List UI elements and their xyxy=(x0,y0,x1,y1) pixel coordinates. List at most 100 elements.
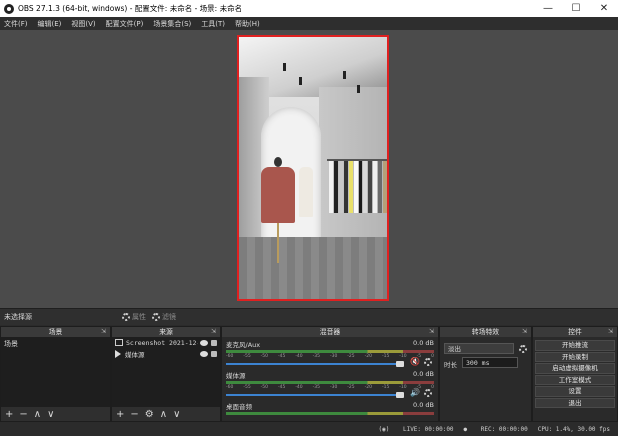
transition-settings-gear-icon[interactable] xyxy=(519,345,527,353)
speaker-icon[interactable]: 🔊 xyxy=(410,388,420,397)
title-bar: OBS 27.1.3 (64-bit, windows) - 配置文件: 未命名… xyxy=(0,0,618,17)
exit-button[interactable]: 退出 xyxy=(535,397,615,408)
remove-scene-button[interactable]: − xyxy=(19,409,27,420)
filters-button[interactable]: 滤镜 xyxy=(152,312,176,322)
source-settings-button[interactable]: ⚙ xyxy=(145,409,154,420)
source-name: Screenshot 2021-12- xyxy=(126,338,198,347)
source-item[interactable]: Screenshot 2021-12- xyxy=(112,337,220,348)
channel-name: 媒体源 xyxy=(226,372,246,380)
minimize-button[interactable]: — xyxy=(534,0,562,17)
lock-icon[interactable] xyxy=(211,350,217,357)
menu-tools[interactable]: 工具(T) xyxy=(201,19,225,29)
properties-label: 属性 xyxy=(132,313,146,321)
muted-speaker-icon[interactable]: 🔇 xyxy=(410,357,420,366)
lock-icon[interactable] xyxy=(211,339,217,346)
move-up-button[interactable]: ∧ xyxy=(160,409,167,420)
move-up-button[interactable]: ∧ xyxy=(34,409,41,420)
mixer-channel: 麦克风/Aux 0.0 dB -60 -55 -50 -45 -40 -35 -30 -25-… xyxy=(222,337,438,368)
start-recording-button[interactable]: 开始录制 xyxy=(535,351,615,362)
controls-title: 控件 xyxy=(568,328,582,336)
mixer-channel: 媒体源 0.0 dB -60 -55 -50 -45 -40 -35 -30 -25 -20 -1… xyxy=(222,368,438,399)
obs-logo-icon xyxy=(4,3,14,14)
gear-icon xyxy=(122,313,130,321)
menu-bar: 文件(F) 编辑(E) 视图(V) 配置文件(P) 场景集合(S) 工具(T) … xyxy=(0,17,618,30)
audio-mixer-dock: 混音器 ⇲ 麦克风/Aux 0.0 dB -60 -55 -50 -45 -40 -35-… xyxy=(221,326,439,422)
screenshot-icon xyxy=(115,339,123,346)
controls-dock: 控件 ⇲ 开始推流 开始录制 启动虚拟摄像机 工作室模式 设置 退出 xyxy=(532,326,618,422)
channel-settings-gear-icon[interactable] xyxy=(424,389,432,397)
volume-slider[interactable] xyxy=(226,361,404,367)
move-down-button[interactable]: ∨ xyxy=(173,409,180,420)
sources-dock-title: 来源 ⇲ xyxy=(112,327,220,337)
preview-area[interactable] xyxy=(0,30,618,308)
source-toolbar: 未选择源 属性 滤镜 xyxy=(0,308,618,325)
settings-button[interactable]: 设置 xyxy=(535,386,615,397)
start-streaming-button[interactable]: 开始推流 xyxy=(535,340,615,351)
scenes-title: 场景 xyxy=(48,328,63,336)
channel-level: 0.0 dB xyxy=(413,370,434,378)
add-scene-button[interactable]: + xyxy=(5,409,13,420)
showroom-image xyxy=(239,37,387,299)
menu-help[interactable]: 帮助(H) xyxy=(235,19,260,29)
duration-spinbox[interactable]: 300 ms xyxy=(462,357,518,368)
transitions-title: 转场特效 xyxy=(471,328,500,336)
status-bar: (◉) LIVE: 00:00:00 ● REC: 00:00:00 CPU: … xyxy=(0,422,618,436)
window-title: OBS 27.1.3 (64-bit, windows) - 配置文件: 未命名… xyxy=(18,4,243,13)
menu-scene-collection[interactable]: 场景集合(S) xyxy=(153,19,191,29)
move-down-button[interactable]: ∨ xyxy=(47,409,54,420)
channel-level: 0.0 dB xyxy=(413,401,434,409)
scenes-toolbar: + − ∧ ∨ xyxy=(1,407,110,421)
start-virtual-camera-button[interactable]: 启动虚拟摄像机 xyxy=(535,363,615,374)
source-item[interactable]: 媒体源 xyxy=(112,348,220,359)
menu-edit[interactable]: 编辑(E) xyxy=(38,19,62,29)
channel-name: 麦克风/Aux xyxy=(226,341,261,349)
dock-float-icon[interactable]: ⇲ xyxy=(608,327,613,337)
channel-settings-gear-icon[interactable] xyxy=(424,358,432,366)
scene-transitions-dock: 转场特效 ⇲ 淡出 时长 300 ms xyxy=(439,326,532,422)
maximize-button[interactable]: ☐ xyxy=(562,0,590,17)
mixer-channels: 麦克风/Aux 0.0 dB -60 -55 -50 -45 -40 -35 -30 -25-… xyxy=(222,337,438,421)
properties-button[interactable]: 属性 xyxy=(122,312,146,322)
preview-canvas[interactable] xyxy=(237,35,389,301)
filter-icon xyxy=(152,313,160,321)
dock-float-icon[interactable]: ⇲ xyxy=(429,327,434,337)
channel-name: 桌面音频 xyxy=(226,403,252,411)
volume-meter xyxy=(226,350,434,353)
studio-mode-button[interactable]: 工作室模式 xyxy=(535,374,615,385)
scenes-dock: 场景 ⇲ 场景 + − ∧ ∨ xyxy=(0,326,111,422)
mixer-title: 混音器 xyxy=(319,328,341,336)
meter-ticks: -60 -55 -50 -45 -40 -35 -30 -25 -20 -15 -10 -5 0 xyxy=(226,385,434,390)
source-list[interactable]: Screenshot 2021-12- 媒体源 xyxy=(112,337,220,407)
remove-source-button[interactable]: − xyxy=(130,409,138,420)
transitions-dock-title: 转场特效 ⇲ xyxy=(440,327,531,337)
meter-ticks: -60 -55 -50 -45 -40 -35 -30 -25 -20 -15 -10 -5 0 xyxy=(226,354,434,359)
rec-status: ● REC: 00:00:00 xyxy=(463,425,528,433)
filters-label: 滤镜 xyxy=(162,313,176,321)
duration-label: 时长 xyxy=(444,361,457,369)
dock-float-icon[interactable]: ⇲ xyxy=(211,327,216,337)
volume-slider[interactable] xyxy=(226,392,404,398)
controls-dock-title: 控件 ⇲ xyxy=(533,327,617,337)
cpu-status: CPU: 1.4%, 30.00 fps xyxy=(537,425,610,433)
volume-meter xyxy=(226,412,434,415)
visibility-eye-icon[interactable] xyxy=(200,350,208,357)
dock-float-icon[interactable]: ⇲ xyxy=(522,327,527,337)
close-button[interactable]: ✕ xyxy=(590,0,618,17)
live-status: (◉) LIVE: 00:00:00 xyxy=(378,425,454,433)
scene-list[interactable]: 场景 xyxy=(1,337,110,407)
play-icon xyxy=(115,349,121,358)
add-source-button[interactable]: + xyxy=(116,409,124,420)
channel-level: 0.0 dB xyxy=(413,339,434,347)
dock-float-icon[interactable]: ⇲ xyxy=(101,327,106,337)
sources-title: 来源 xyxy=(159,328,173,336)
transition-select[interactable]: 淡出 xyxy=(444,343,514,354)
scene-item[interactable]: 场景 xyxy=(1,337,110,351)
no-source-label: 未选择源 xyxy=(4,313,32,321)
menu-view[interactable]: 视图(V) xyxy=(71,19,95,29)
sources-toolbar: + − ⚙ ∧ ∨ xyxy=(112,407,220,421)
menu-profile[interactable]: 配置文件(P) xyxy=(106,19,144,29)
mixer-dock-title: 混音器 ⇲ xyxy=(222,327,438,337)
menu-file[interactable]: 文件(F) xyxy=(4,19,28,29)
scenes-dock-title: 场景 ⇲ xyxy=(1,327,110,337)
visibility-eye-icon[interactable] xyxy=(200,339,208,346)
